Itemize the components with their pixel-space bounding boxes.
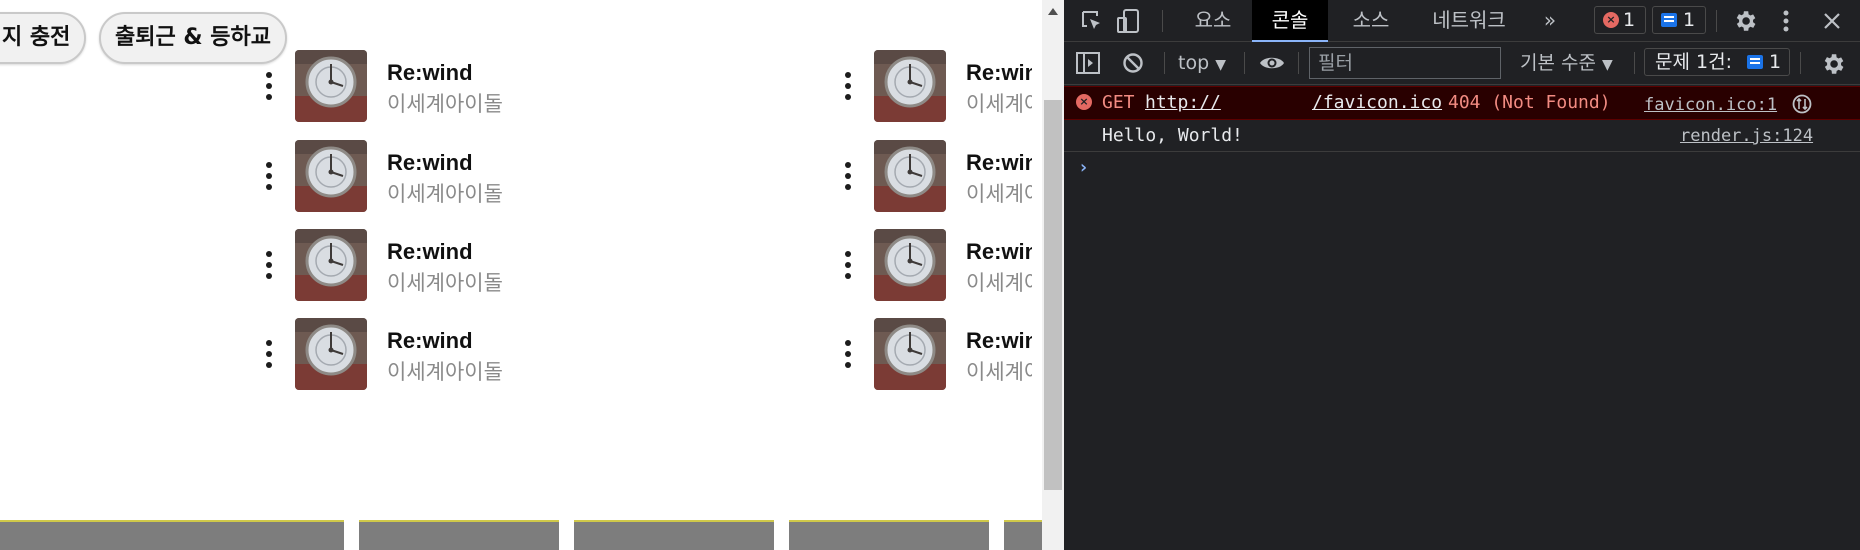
card-tile[interactable]	[359, 520, 559, 550]
song-row[interactable]: Re:wind 이세계아이돌	[844, 318, 1034, 392]
divider	[1634, 52, 1635, 74]
log-level-dropdown[interactable]: 기본 수준 ▼	[1520, 49, 1613, 79]
web-page: 지 충전 출퇴근 & 등하교 Re:wind 이세계아이돌 Re:wind 이세계아이…	[0, 0, 1042, 550]
album-art[interactable]	[295, 229, 367, 301]
artist-name: 이세계아이돌	[966, 360, 1032, 384]
console-log-message: Hello, World! render.js:124	[1064, 120, 1860, 152]
more-options-icon[interactable]	[265, 72, 273, 102]
dropdown-arrow-icon: ▼	[1215, 57, 1226, 73]
source-link[interactable]: favicon.ico:1	[1644, 89, 1777, 121]
artist-name: 이세계아이돌	[387, 182, 503, 206]
song-row[interactable]: Re:wind 이세계아이돌	[844, 229, 1034, 303]
devtools-panel: 요소 콘솔 소스 네트워크 » × 1 1 top ▼ 필터 기본 수준 ▼ 문…	[1064, 0, 1860, 550]
divider	[1162, 10, 1163, 32]
request-url-path-link[interactable]: /favicon.ico	[1312, 87, 1442, 119]
artist-name: 이세계아이돌	[966, 271, 1032, 295]
song-title: Re:wind	[387, 328, 473, 353]
card-tile[interactable]	[1004, 520, 1042, 550]
card-tile[interactable]	[144, 520, 344, 550]
more-options-icon[interactable]	[844, 251, 852, 281]
scroll-up-arrow-icon[interactable]	[1048, 8, 1058, 15]
more-options-vertical-icon[interactable]	[1780, 9, 1792, 33]
divider	[1800, 52, 1801, 74]
tab-network[interactable]: 네트워크	[1414, 0, 1524, 42]
album-art[interactable]	[874, 140, 946, 212]
card-tile[interactable]	[574, 520, 774, 550]
card-tile[interactable]	[789, 520, 989, 550]
album-art[interactable]	[295, 318, 367, 390]
divider	[1164, 52, 1165, 74]
album-art[interactable]	[295, 140, 367, 212]
scrollbar-thumb[interactable]	[1044, 100, 1062, 490]
artist-name: 이세계아이돌	[966, 182, 1032, 206]
console-settings-gear-icon[interactable]	[1820, 51, 1846, 77]
artist-name: 이세계아이돌	[387, 92, 503, 116]
request-url-link[interactable]: http://	[1145, 87, 1221, 119]
live-expression-eye-icon[interactable]	[1258, 54, 1286, 72]
error-icon: ×	[1076, 94, 1092, 110]
artist-name: 이세계아이돌	[966, 92, 1032, 116]
network-request-icon[interactable]	[1792, 94, 1812, 114]
sidebar-toggle-icon[interactable]	[1076, 52, 1100, 74]
error-icon: ×	[1603, 12, 1619, 28]
prompt-chevron-icon: ›	[1078, 157, 1089, 178]
album-art[interactable]	[874, 50, 946, 122]
category-chip[interactable]: 지 충전	[0, 12, 87, 64]
more-options-icon[interactable]	[844, 340, 852, 370]
more-options-icon[interactable]	[844, 72, 852, 102]
device-toolbar-icon[interactable]	[1116, 8, 1142, 34]
context-selector[interactable]: top ▼	[1178, 49, 1226, 79]
settings-gear-icon[interactable]	[1732, 8, 1758, 34]
source-link[interactable]: render.js:124	[1680, 120, 1813, 152]
song-title: Re:wind	[387, 239, 473, 264]
page-scrollbar[interactable]	[1042, 0, 1064, 550]
tab-elements[interactable]: 요소	[1182, 0, 1244, 42]
console-error-message: × GET http:// /favicon.ico 404 (Not Foun…	[1064, 86, 1860, 120]
artist-name: 이세계아이돌	[387, 271, 503, 295]
song-title: Re:wind	[387, 150, 473, 175]
song-title: Re:wind	[966, 328, 1032, 353]
devtools-tabbar: 요소 콘솔 소스 네트워크 » × 1 1	[1064, 0, 1860, 42]
more-options-icon[interactable]	[265, 251, 273, 281]
dropdown-arrow-icon: ▼	[1602, 57, 1613, 73]
song-row[interactable]: Re:wind 이세계아이돌	[265, 50, 565, 124]
message-count-badge[interactable]: 1	[1652, 6, 1706, 34]
divider	[1298, 52, 1299, 74]
song-row[interactable]: Re:wind 이세계아이돌	[265, 229, 565, 303]
console-prompt[interactable]: ›	[1064, 152, 1860, 184]
divider	[1244, 52, 1245, 74]
inspect-element-icon[interactable]	[1080, 9, 1104, 33]
album-art[interactable]	[874, 318, 946, 390]
filter-input[interactable]: 필터	[1309, 47, 1501, 79]
message-icon	[1661, 13, 1677, 27]
error-count-badge[interactable]: × 1	[1594, 6, 1646, 34]
issue-icon	[1747, 55, 1763, 69]
album-art[interactable]	[295, 50, 367, 122]
divider	[1716, 10, 1717, 32]
artist-name: 이세계아이돌	[387, 360, 503, 384]
song-title: Re:wind	[966, 239, 1032, 264]
more-options-icon[interactable]	[265, 162, 273, 192]
issues-button[interactable]: 문제 1건: 1	[1644, 48, 1790, 76]
category-chip[interactable]: 출퇴근 & 등하교	[99, 12, 287, 64]
song-row[interactable]: Re:wind 이세계아이돌	[265, 318, 565, 392]
song-title: Re:wind	[387, 60, 473, 85]
song-row[interactable]: Re:wind 이세계아이돌	[265, 140, 565, 214]
tab-sources[interactable]: 소스	[1340, 0, 1402, 42]
song-row[interactable]: Re:wind 이세계아이돌	[844, 140, 1034, 214]
more-tabs-button[interactable]: »	[1530, 0, 1570, 42]
song-row[interactable]: Re:wind 이세계아이돌	[844, 50, 1034, 124]
more-options-icon[interactable]	[265, 340, 273, 370]
clear-console-icon[interactable]	[1122, 52, 1144, 74]
close-icon[interactable]	[1822, 11, 1842, 31]
console-toolbar: top ▼ 필터 기본 수준 ▼ 문제 1건: 1	[1064, 42, 1860, 85]
song-title: Re:wind	[966, 150, 1032, 175]
more-options-icon[interactable]	[844, 162, 852, 192]
album-art[interactable]	[874, 229, 946, 301]
tab-console[interactable]: 콘솔	[1252, 0, 1328, 42]
song-title: Re:wind	[966, 60, 1032, 85]
